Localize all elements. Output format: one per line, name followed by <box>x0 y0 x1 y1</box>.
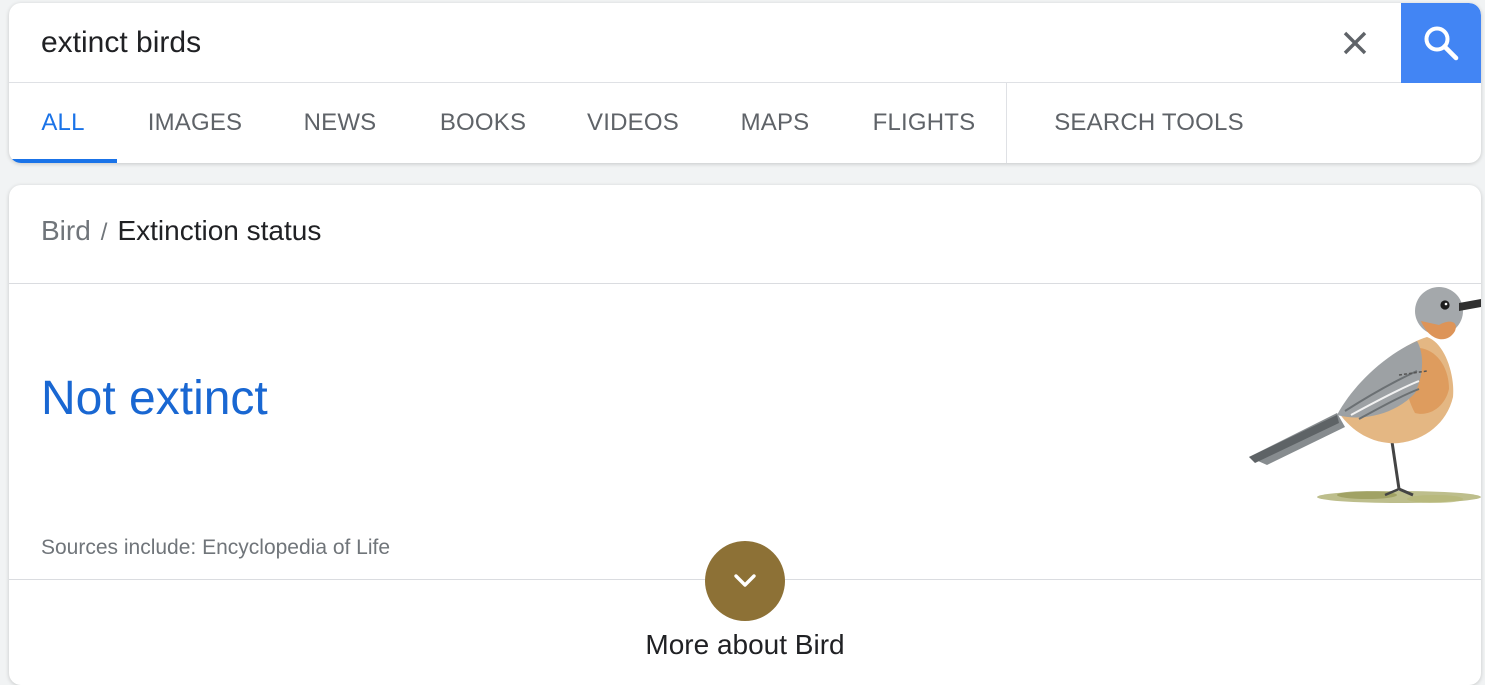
expand-button[interactable] <box>705 541 785 621</box>
bird-image[interactable] <box>1249 285 1481 513</box>
breadcrumb-separator: / <box>100 219 108 246</box>
tab-label: ALL <box>41 109 85 136</box>
tabs-divider <box>1006 83 1007 163</box>
divider <box>9 283 1481 284</box>
tab-news[interactable]: NEWS <box>289 83 391 163</box>
sources-text: Sources include: Encyclopedia of Life <box>41 536 391 559</box>
close-icon <box>1343 31 1367 55</box>
tab-label: VIDEOS <box>587 109 679 136</box>
breadcrumb-current: Extinction status <box>117 215 322 246</box>
tab-label: FLIGHTS <box>872 109 976 136</box>
search-bar <box>9 3 1481 83</box>
breadcrumb-parent-link[interactable]: Bird <box>41 215 91 246</box>
search-card: ALL IMAGES NEWS BOOKS VIDEOS MAPS FLIGHT… <box>9 3 1481 163</box>
tab-label: MAPS <box>740 109 810 136</box>
search-tools-label: SEARCH TOOLS <box>1054 109 1244 136</box>
tab-maps[interactable]: MAPS <box>725 83 825 163</box>
search-icon <box>1424 26 1459 61</box>
tab-label: NEWS <box>303 109 377 136</box>
more-about-link[interactable]: More about Bird <box>545 629 945 661</box>
breadcrumb: Bird / Extinction status <box>41 215 321 247</box>
chevron-down-icon <box>734 574 756 587</box>
answer-card: Bird / Extinction status Not extinct Sourc… <box>9 185 1481 685</box>
answer-text: Not extinct <box>41 372 268 425</box>
search-button[interactable] <box>1401 3 1481 83</box>
tab-label: IMAGES <box>147 109 243 136</box>
tab-flights[interactable]: FLIGHTS <box>859 83 989 163</box>
tab-videos[interactable]: VIDEOS <box>575 83 691 163</box>
tab-images[interactable]: IMAGES <box>129 83 261 163</box>
search-tools-button[interactable]: SEARCH TOOLS <box>1039 83 1259 163</box>
active-tab-indicator <box>9 159 117 163</box>
search-tabs: ALL IMAGES NEWS BOOKS VIDEOS MAPS FLIGHT… <box>9 83 1481 163</box>
tab-books[interactable]: BOOKS <box>423 83 543 163</box>
clear-search-button[interactable] <box>1330 18 1380 68</box>
tab-label: BOOKS <box>439 109 527 136</box>
tab-all[interactable]: ALL <box>9 83 117 163</box>
search-input[interactable] <box>41 21 1321 65</box>
